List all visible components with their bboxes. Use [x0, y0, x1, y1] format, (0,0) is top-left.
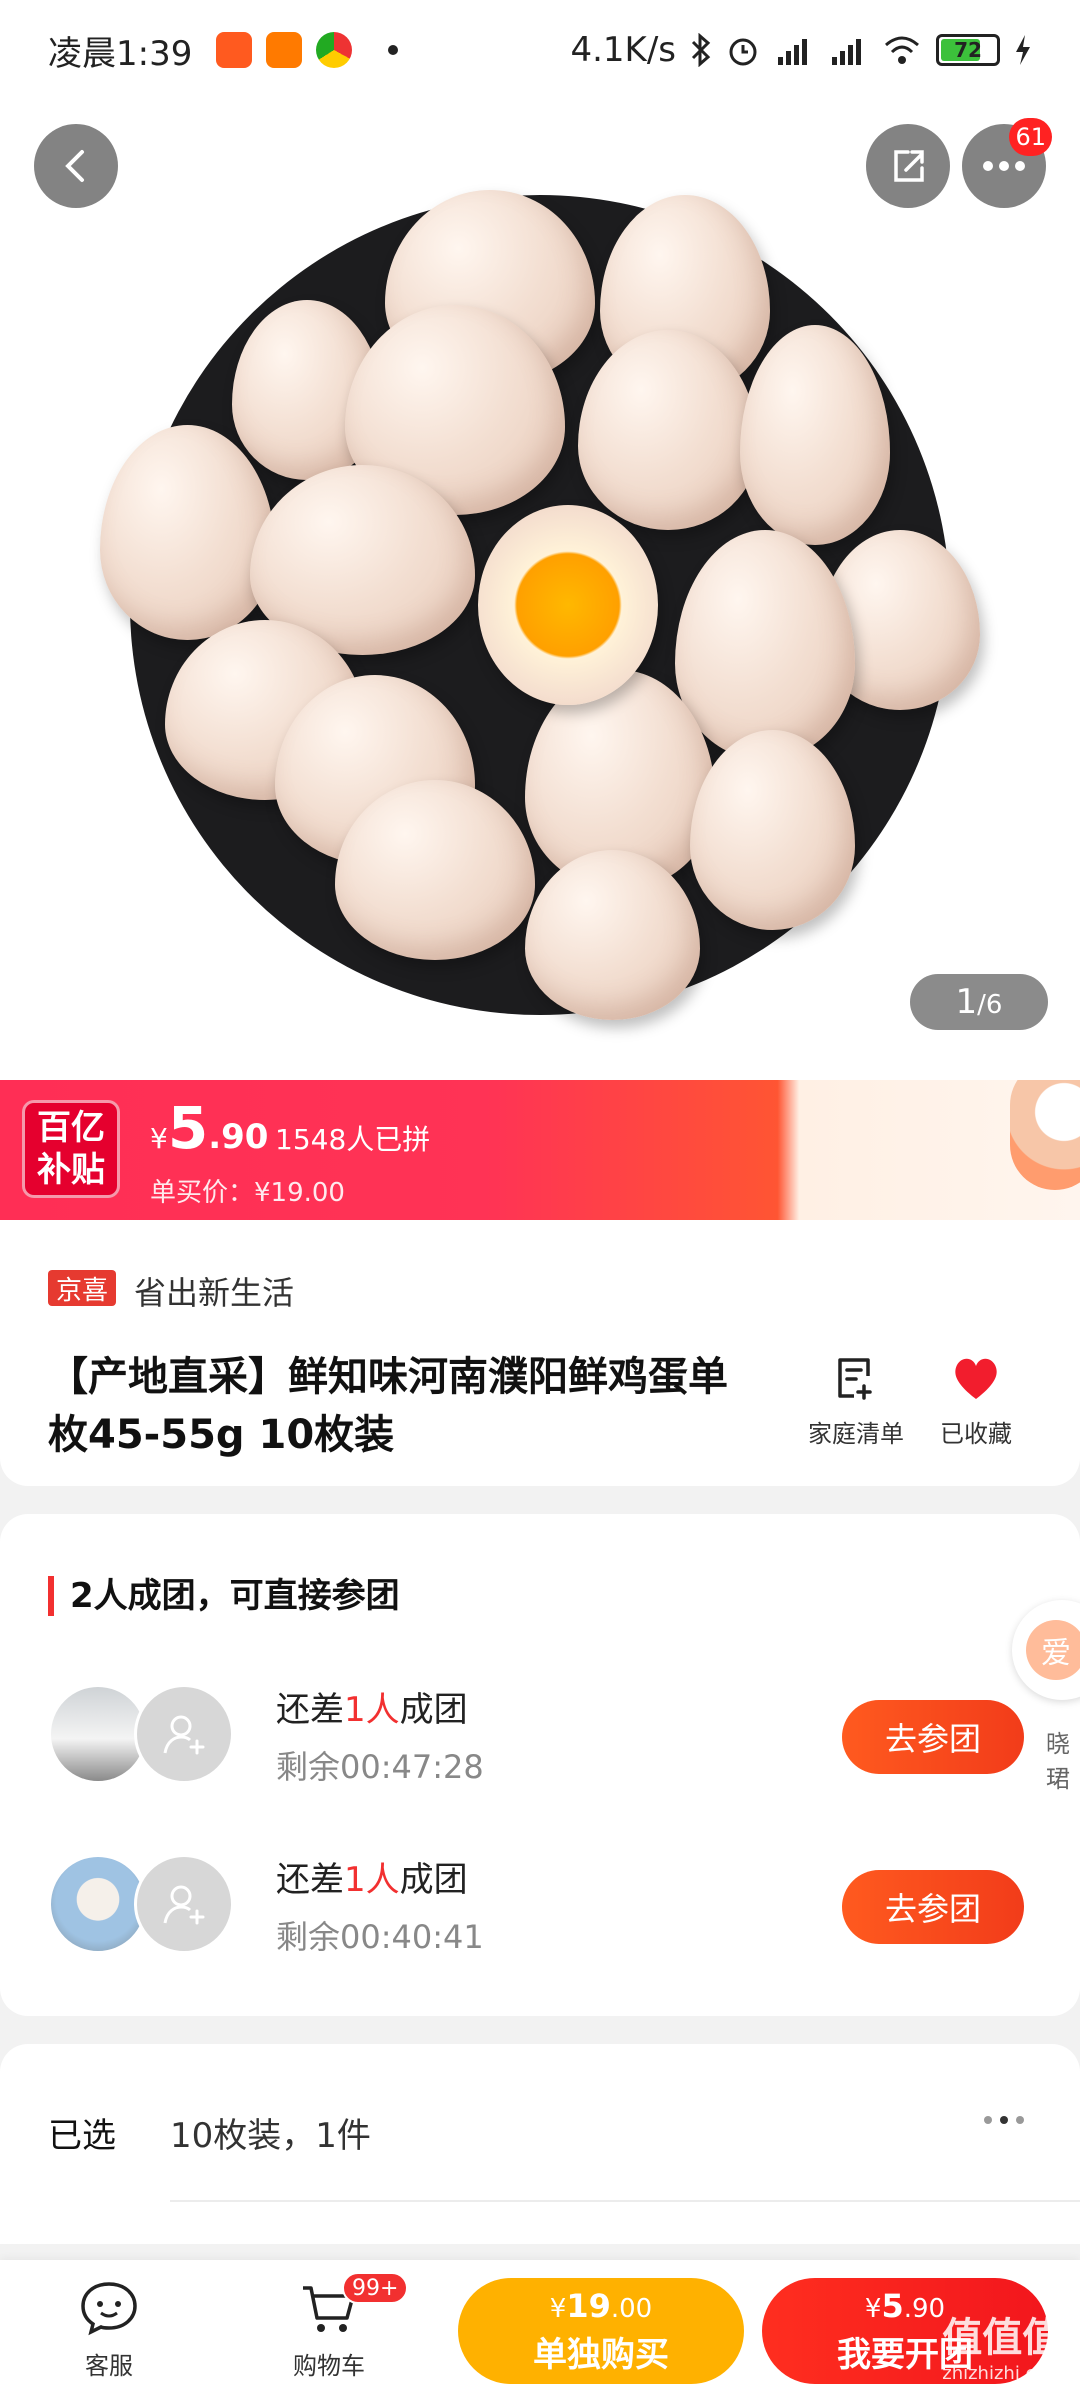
group-row: 还差1人成团 剩余00:40:41 去参团	[0, 1834, 1080, 1956]
signal-hd-icon	[832, 39, 861, 65]
buy-alone-button[interactable]: ¥19.00 单独购买	[458, 2278, 744, 2384]
wifi-icon	[885, 36, 919, 64]
more-menu-button[interactable]: 61	[962, 118, 1052, 208]
product-image-carousel[interactable]: 61 1 /6	[0, 100, 1080, 1080]
chrome-app-icon	[316, 32, 353, 68]
avatar	[48, 1684, 148, 1784]
status-bar: 凌晨1:39 4.1K/s 72	[0, 0, 1080, 100]
chat-face-icon	[81, 2282, 137, 2336]
assistant-avatar: 爱	[1026, 1620, 1080, 1680]
add-member-avatar	[134, 1684, 234, 1784]
product-title: 【产地直采】鲜知味河南濮阳鲜鸡蛋单枚45-55g 10枚装	[48, 1354, 728, 1458]
need-members-text: 还差1人成团	[276, 1690, 468, 1730]
group-buy-count: 1548人已拼	[275, 1123, 431, 1156]
more-dots-icon	[983, 161, 1025, 171]
join-group-button[interactable]: 去参团	[842, 1700, 1024, 1774]
divider	[170, 2200, 1080, 2202]
family-list-button[interactable]: 家庭清单	[796, 1350, 916, 1449]
list-add-icon	[838, 1358, 872, 1400]
subsidy-badge: 百亿 补贴	[22, 1100, 120, 1198]
selected-value: 10枚装，1件	[170, 2116, 371, 2156]
heart-icon	[955, 1358, 997, 1399]
battery-icon: 72	[936, 34, 1000, 66]
network-speed: 4.1K/s	[570, 30, 676, 70]
single-buy-price: 单买价：¥19.00	[150, 1178, 345, 1208]
need-members-text: 还差1人成团	[276, 1860, 468, 1900]
spec-selection-card[interactable]: 已选 10枚装，1件	[0, 2044, 1080, 2244]
share-button[interactable]	[866, 124, 950, 208]
group-price: ¥ 5 .90	[150, 1094, 269, 1162]
group-buy-heading: 2人成团，可直接参团	[48, 1576, 400, 1616]
countdown-timer: 剩余00:47:28	[276, 1748, 484, 1786]
favorite-button[interactable]: 已收藏	[916, 1350, 1036, 1449]
bluetooth-icon	[691, 33, 711, 67]
pager-total: /6	[977, 990, 1003, 1020]
cart-count-badge: 99+	[342, 2272, 409, 2304]
more-dots-icon	[984, 2116, 1024, 2124]
charging-icon	[1016, 35, 1030, 65]
product-info-card: 京喜 省出新生活 【产地直采】鲜知味河南濮阳鲜鸡蛋单枚45-55g 10枚装 家…	[0, 1220, 1080, 1486]
jingxi-tag: 京喜	[48, 1270, 117, 1306]
add-user-icon	[163, 1715, 205, 1755]
chevron-left-icon	[65, 150, 84, 182]
mi-app-icon	[266, 32, 303, 68]
avatar	[48, 1854, 148, 1954]
customer-service-button[interactable]: 客服	[44, 2270, 174, 2381]
selected-label: 已选	[48, 2116, 116, 2156]
store-tagline: 省出新生活	[134, 1274, 295, 1312]
mascot-icon[interactable]	[1010, 1080, 1080, 1190]
status-time: 凌晨1:39	[48, 33, 193, 74]
assistant-label: 晓珺	[1046, 1730, 1070, 1793]
cracked-egg-yolk-image	[478, 505, 658, 705]
group-price-banner: 百亿 补贴 ¥ 5 .90 1548人已拼 单买价：¥19.00	[0, 1080, 1080, 1220]
message-count-badge: 61	[1009, 118, 1052, 156]
add-member-avatar	[134, 1854, 234, 1954]
back-button[interactable]	[34, 124, 118, 208]
notification-dot-icon	[388, 45, 399, 55]
site-watermark: 值值值 zhizhizhi.com	[942, 2315, 1064, 2384]
alarm-icon	[729, 38, 757, 66]
group-row: 还差1人成团 剩余00:47:28 去参团	[0, 1664, 1080, 1786]
add-user-icon	[163, 1885, 205, 1925]
taobao-app-icon	[216, 32, 253, 68]
group-buy-card: 2人成团，可直接参团 还差1人成团 剩余00:47:28 去参团 还差1人成团 …	[0, 1514, 1080, 2016]
cart-button[interactable]: 99+ 购物车	[264, 2270, 409, 2381]
image-pager: 1 /6	[910, 974, 1048, 1030]
bottom-action-bar: 客服 99+ 购物车 ¥19.00 单独购买 ¥5.90 我要开团 值值值 zh…	[0, 2260, 1080, 2400]
signal-hd-icon	[778, 39, 807, 65]
countdown-timer: 剩余00:40:41	[276, 1918, 484, 1956]
share-icon	[894, 150, 924, 182]
join-group-button[interactable]: 去参团	[842, 1870, 1024, 1944]
pager-current: 1	[955, 982, 978, 1022]
